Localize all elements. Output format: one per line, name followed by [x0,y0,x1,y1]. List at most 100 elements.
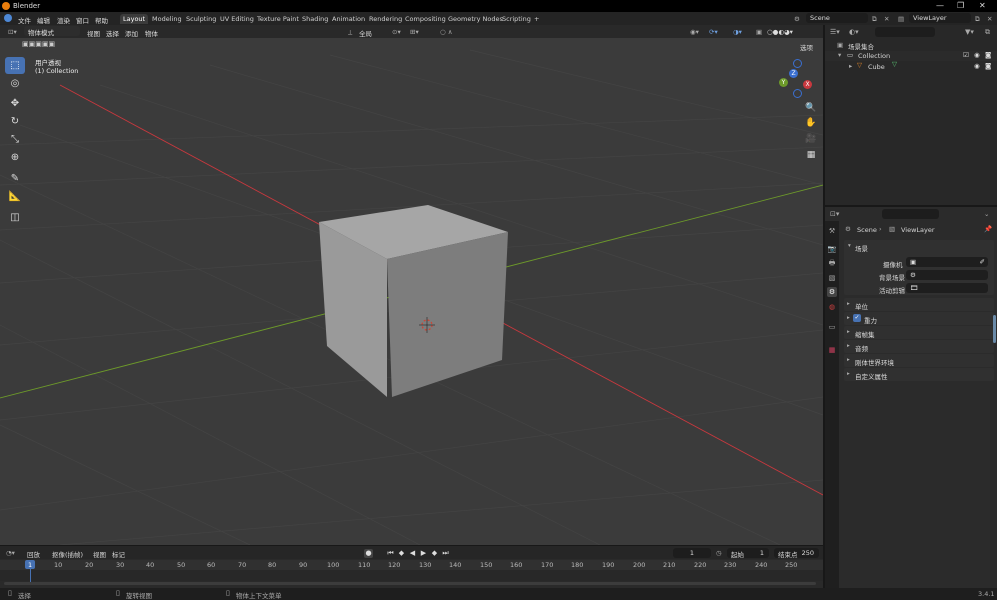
menu-timeline-view[interactable]: 视图 [93,549,106,559]
menu-render[interactable]: 渲染 [57,15,70,25]
eye-icon[interactable]: ◉ [974,51,980,59]
camera-icon[interactable]: ◙ [985,62,991,70]
collection-tab-icon[interactable]: ▭ [827,322,837,332]
tab-sculpting[interactable]: Sculpting [183,14,219,24]
panel-custom-properties[interactable]: ▸ 自定义属性 [844,368,994,381]
mode-selector[interactable]: 物体模式 [24,26,80,37]
menu-add[interactable]: 添加 [125,28,138,38]
menu-select[interactable]: 选择 [106,28,119,38]
current-frame-field[interactable]: 1 [673,548,711,558]
timeline-track[interactable] [0,570,823,581]
gizmo-toggle-icon[interactable]: ⟳▾ [709,28,718,36]
active-clip-field[interactable]: 🎞 [906,283,988,293]
cube-mesh[interactable] [319,205,508,397]
orientation-selector[interactable]: 全局 [359,28,372,38]
view-layer-selector[interactable]: ViewLayer [909,13,971,23]
blender-menu-icon[interactable] [4,14,12,22]
menu-window[interactable]: 窗口 [76,15,89,25]
tab-modeling[interactable]: Modeling [149,14,185,24]
preview-range-icon[interactable]: ◷ [716,549,722,557]
new-view-layer-icon[interactable]: ⧉ [975,15,980,24]
next-keyframe-icon[interactable]: ◆ [430,549,439,558]
xray-toggle-icon[interactable]: ▣ [756,28,762,36]
minimize-icon[interactable]: — [936,1,944,10]
eye-icon[interactable]: ◉ [974,62,980,70]
tab-animation[interactable]: Animation [329,14,368,24]
pivot-icon[interactable]: ⊙▾ [392,28,401,36]
menu-playback[interactable]: 回放 [27,549,40,559]
camera-icon[interactable]: ◙ [985,51,991,59]
outliner-search-input[interactable] [875,27,935,37]
move-tool[interactable]: ✥ [5,95,25,112]
expand-arrow-icon[interactable]: ▸ [849,62,852,70]
tab-uv-editing[interactable]: UV Editing [217,14,257,24]
panel-gravity[interactable]: ▸ ✓ 重力 [844,312,994,325]
filter-icon[interactable]: ▼▾ [965,28,974,36]
texture-tab-icon[interactable]: ▦ [827,345,837,355]
new-collection-icon[interactable]: ⧉ [985,28,990,37]
play-reverse-icon[interactable]: ◀ [408,549,417,558]
gizmo-z-axis[interactable]: Z [789,69,798,78]
end-frame-field[interactable]: 结束点 250 [774,548,819,559]
add-cube-tool[interactable]: ◫ [5,209,25,226]
scale-tool[interactable]: ⤡ [5,131,25,148]
measure-tool[interactable]: 📐 [5,188,25,205]
menu-keying[interactable]: 抠像(插帧) [52,549,83,559]
selection-mode-buttons[interactable]: ▣▣▣▣▣ [22,40,72,50]
world-tab-icon[interactable]: ◍ [827,302,837,312]
record-button[interactable]: ● [364,549,373,558]
annotate-tool[interactable]: ✎ [5,170,25,187]
outliner-object[interactable]: Cube [868,63,885,71]
shading-modes-icon[interactable]: ○●◐◕▾ [767,28,793,36]
add-workspace-button[interactable]: + [531,14,542,24]
tab-shading[interactable]: Shading [299,14,331,24]
collapse-arrow-icon[interactable]: ▾ [848,243,851,249]
gizmo-y-axis[interactable]: Y [779,78,788,87]
properties-options-icon[interactable]: ⌄ [984,210,989,218]
menu-help[interactable]: 帮助 [95,15,108,25]
options-button[interactable]: 选项 [800,42,813,52]
zoom-icon[interactable]: 🔍 [805,102,817,114]
prev-keyframe-icon[interactable]: ◆ [397,549,406,558]
background-scene-field[interactable]: ⚙ [906,270,988,280]
menu-view[interactable]: 视图 [87,28,100,38]
outliner-root[interactable]: 场景集合 [848,41,874,51]
tab-layout[interactable]: Layout [120,14,149,24]
display-mode-icon[interactable]: ◐▾ [849,28,859,36]
scene-section-title[interactable]: 场景 [855,243,868,253]
rotate-tool[interactable]: ↻ [5,113,25,130]
panel-audio[interactable]: ▸ 音频 [844,340,994,353]
delete-view-layer-icon[interactable]: ✕ [987,15,992,23]
timeline-editor-icon[interactable]: ◔▾ [6,549,15,557]
editor-type-icon[interactable]: ⊡▾ [8,28,17,36]
tab-scripting[interactable]: Scripting [499,14,534,24]
collection-checkbox-icon[interactable]: ☑ [963,51,969,59]
transform-tool[interactable]: ⊕ [5,149,25,166]
scene-selector[interactable]: Scene [806,13,868,23]
new-scene-icon[interactable]: ⧉ [872,15,877,24]
tool-tab-icon[interactable]: ⚒ [827,226,837,236]
visibility-icon[interactable]: ◉▾ [690,28,699,36]
gizmo-z-neg2[interactable] [793,89,802,98]
properties-editor-icon[interactable]: ⊡▾ [830,210,839,218]
jump-start-icon[interactable]: ⏮ [386,549,395,558]
properties-search-input[interactable] [882,209,939,219]
tab-compositing[interactable]: Compositing [402,14,449,24]
menu-file[interactable]: 文件 [18,15,31,25]
outliner-collection[interactable]: Collection [858,52,890,60]
camera-field[interactable]: ▣ ✐ [906,257,988,267]
gizmo-x-axis[interactable]: X [803,80,812,89]
pan-hand-icon[interactable]: ✋ [805,117,817,129]
close-icon[interactable]: ✕ [979,1,986,10]
outliner-editor-icon[interactable]: ☰▾ [830,28,840,36]
cursor-tool[interactable]: ◎ [5,75,25,92]
timeline-scrollbar[interactable] [4,582,816,585]
select-box-tool[interactable]: ⬚ [5,57,25,74]
menu-object[interactable]: 物体 [145,28,158,38]
gizmo-z-neg[interactable] [793,59,802,68]
menu-marker[interactable]: 标记 [112,549,125,559]
perspective-grid-icon[interactable]: ▦ [805,149,817,161]
snap-icon[interactable]: ⊞▾ [410,28,419,36]
overlay-toggle-icon[interactable]: ◑▾ [733,28,742,36]
gravity-checkbox[interactable]: ✓ [853,314,861,322]
